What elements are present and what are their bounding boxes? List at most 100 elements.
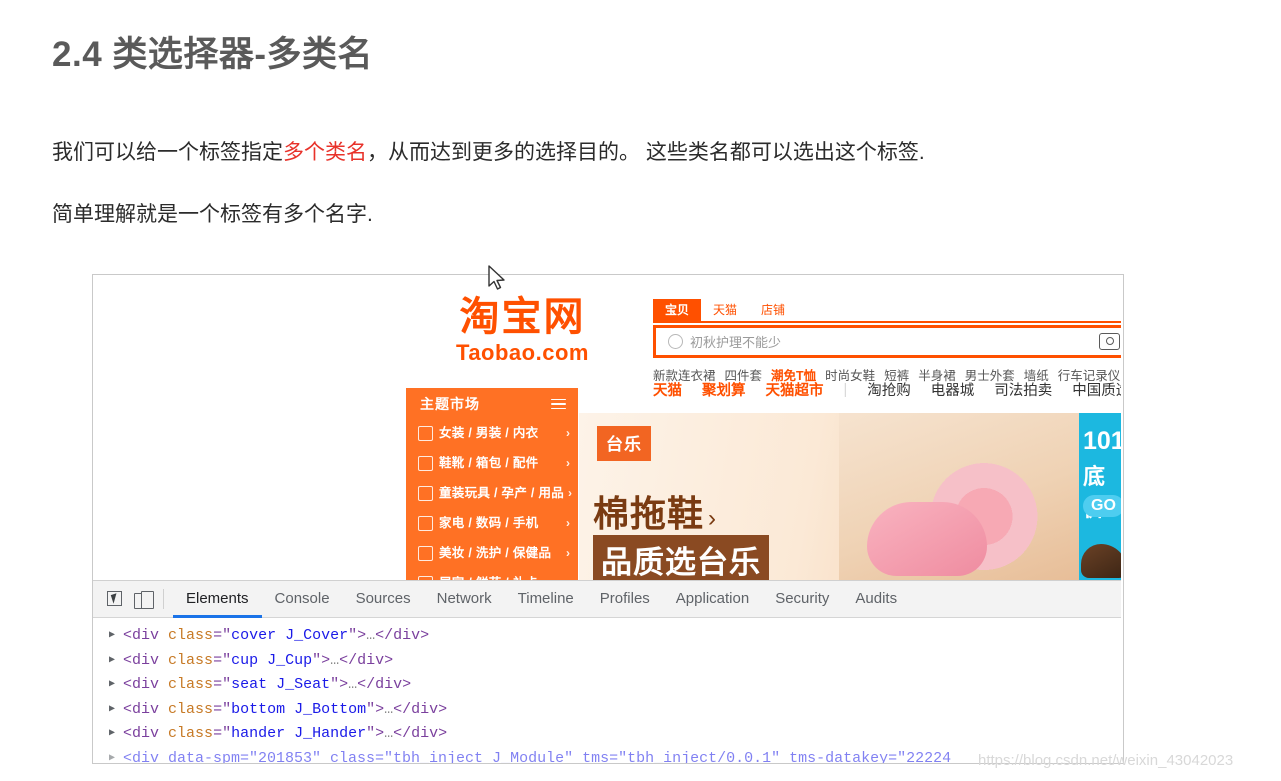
toolbar-divider [163,589,164,609]
promo-go-button[interactable]: GO [1083,495,1121,517]
dom-attr-value: seat J_Seat [231,676,331,693]
tab-elements[interactable]: Elements [173,581,262,618]
dom-punct: < [123,651,133,669]
inspect-cursor-icon[interactable] [101,585,129,613]
expand-triangle-icon[interactable]: ▶ [103,747,123,764]
search-tab-tmall[interactable]: 天猫 [701,299,749,321]
dom-punct: < [123,700,133,718]
tab-application[interactable]: Application [663,581,762,618]
tab-sources[interactable]: Sources [343,581,424,618]
cosmetics-icon [418,545,433,561]
category-label: 鞋靴 / 箱包 / 配件 [439,456,539,470]
tab-profiles[interactable]: Profiles [587,581,663,618]
dom-tree: ▶ < div class =" cover J_Cover ">… </div > ▶ <… [93,618,1121,764]
taobao-main-nav: 天猫 聚划算 天猫超市 | 淘抢购 电器城 司法拍卖 中国质造 特色中国 [653,379,1121,400]
expand-triangle-icon[interactable]: ▶ [103,722,123,747]
dom-punct: =" [213,676,232,693]
taobao-logo-en: Taobao.com [456,340,589,365]
nav-item-zhongguozhizao[interactable]: 中国质造 [1072,379,1121,400]
nav-separator: | [843,381,848,398]
dom-punct: =" [213,725,232,742]
nav-item-sifapaimai[interactable]: 司法拍卖 [994,379,1052,400]
nav-item-tmall-supermarket[interactable]: 天猫超市 [766,379,824,400]
search-bar[interactable]: 初秋护理不能少 [653,325,1121,358]
device-toolbar-icon[interactable] [129,585,157,613]
chevron-right-icon: › [708,505,718,532]
search-tab-dianpu[interactable]: 店铺 [749,299,797,321]
expand-triangle-icon[interactable]: ▶ [103,698,123,723]
dom-ellipsis[interactable]: … [384,698,393,723]
dom-ellipsis[interactable]: … [348,673,357,698]
dom-punct: </ [375,627,394,644]
dom-attr-value: cover J_Cover [231,627,349,644]
promo-product-image [1081,544,1121,578]
dom-attr-value: hander J_Hander [231,725,367,742]
hamburger-icon[interactable] [551,396,566,413]
dom-node-row[interactable]: ▶ < div class =" hander J_Hander ">… </div > [103,722,1121,747]
dom-ellipsis[interactable]: … [330,649,339,674]
dom-punct: < [123,725,133,742]
promo-line-1: 101 [1083,427,1121,455]
dom-node-row[interactable]: ▶ < div class =" seat J_Seat ">… </div > [103,673,1121,698]
nav-item-juhuasuan[interactable]: 聚划算 [702,379,746,400]
banner-brand-badge: 台乐 [597,426,651,461]
nav-item-tmall[interactable]: 天猫 [653,379,682,400]
dom-punct: "> [366,725,385,742]
category-sidebar: 主题市场 女装 / 男装 / 内衣 › 鞋靴 / 箱包 / 配件 › 童装玩具 … [406,388,578,580]
dom-node-row[interactable]: ▶ < div class =" cup J_Cup ">… </div > [103,649,1121,674]
dom-attr: class [168,627,214,644]
dom-punct: > [420,627,430,644]
dom-punct: =" [213,700,232,718]
tab-timeline[interactable]: Timeline [505,581,587,618]
baby-icon [418,485,433,501]
chevron-right-icon: › [566,426,570,440]
dom-attr: class [168,676,214,693]
dom-punct: </ [357,676,376,693]
dom-ellipsis[interactable]: … [384,722,393,747]
dom-punct: > [384,651,394,669]
category-item-clothes[interactable]: 女装 / 男装 / 内衣 › [406,418,578,448]
tab-security[interactable]: Security [762,581,842,618]
side-promo-panel[interactable]: 101 底价 GO [1079,413,1121,580]
chevron-right-icon: › [568,486,573,500]
paragraph-1: 我们可以给一个标签指定多个类名，从而达到更多的选择目的。 这些类名都可以选出这个… [52,136,925,166]
dom-close-tag: div [393,627,421,644]
search-tab-baobei[interactable]: 宝贝 [653,299,702,321]
camera-icon[interactable] [1099,333,1120,350]
nav-item-taoqianggou[interactable]: 淘抢购 [867,379,911,400]
dom-node-row[interactable]: ▶ < div class =" cover J_Cover ">… </div > [103,624,1121,649]
tab-console[interactable]: Console [262,581,343,618]
dom-tag: div [132,676,160,693]
dom-tag: div [132,651,160,669]
dom-punct: </ [393,725,412,742]
taobao-logo[interactable]: 淘宝网 Taobao.com [430,295,615,366]
category-label: 童装玩具 / 孕产 / 用品 [439,486,565,500]
dom-punct: </ [393,700,412,718]
expand-triangle-icon[interactable]: ▶ [103,624,123,649]
devtools-panel: Elements Console Sources Network Timelin… [93,580,1121,764]
dom-node-row-partial[interactable]: ▶ <div data-spm="201853" class="tbh_inje… [103,747,1121,764]
tab-audits[interactable]: Audits [842,581,910,618]
category-label: 美妆 / 洗护 / 保健品 [439,546,552,560]
tab-network[interactable]: Network [424,581,505,618]
search-input[interactable]: 初秋护理不能少 [690,332,1099,351]
promo-banner[interactable]: 台乐 棉拖鞋 › 品质选台乐 [579,413,1079,580]
watermark: https://blog.csdn.net/weixin_43042023 [978,752,1234,769]
expand-triangle-icon[interactable]: ▶ [103,673,123,698]
dom-node-row[interactable]: ▶ < div class =" bottom J_Bottom ">… </div > [103,698,1121,723]
category-item-appliance[interactable]: 家电 / 数码 / 手机 › [406,508,578,538]
dom-partial-line: <div data-spm="201853" class="tbh_inject… [123,749,952,764]
category-item-baby[interactable]: 童装玩具 / 孕产 / 用品 › [406,478,578,508]
embedded-browser-screenshot: 淘宝网 Taobao.com 宝贝 天猫 店铺 初秋护理不能少 新款连衣裙 四件… [92,274,1124,764]
banner-headline: 棉拖鞋 › [593,485,717,537]
search-icon [668,334,683,349]
category-item-beauty[interactable]: 美妆 / 洗护 / 保健品 › [406,538,578,568]
nav-item-dianqicheng[interactable]: 电器城 [931,379,975,400]
paragraph-1-after: ，从而达到更多的选择目的。 这些类名都可以选出这个标签. [367,141,925,164]
dom-ellipsis[interactable]: … [366,624,375,649]
category-item-home[interactable]: 居家 / 鲜花 / 礼卡 › [406,568,578,580]
devtools-tabs: Elements Console Sources Network Timelin… [173,581,910,618]
expand-triangle-icon[interactable]: ▶ [103,649,123,674]
category-item-shoes-bags[interactable]: 鞋靴 / 箱包 / 配件 › [406,448,578,478]
dom-punct: "> [348,627,367,644]
